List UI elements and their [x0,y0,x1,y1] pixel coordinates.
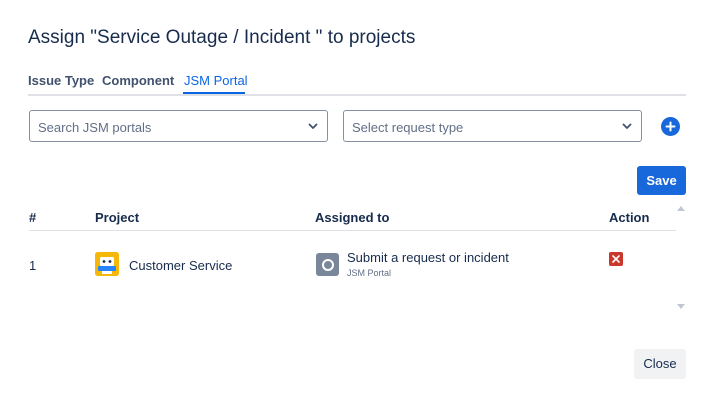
table-header-divider [29,230,676,231]
tab-bar: Issue Type Component JSM Portal [28,72,686,96]
save-button[interactable]: Save [637,166,686,195]
delete-icon [612,255,620,263]
row-number: 1 [29,258,37,273]
tab-component[interactable]: Component [102,73,174,88]
plus-circle-icon [665,121,676,132]
column-header-project: Project [95,210,140,225]
dialog-title: Assign "Service Outage / Incident " to p… [28,27,416,48]
column-header-number: # [29,210,37,225]
request-type-select[interactable]: Select request type [343,110,642,142]
request-type-name: Submit a request or incident [347,250,509,265]
request-type-placeholder: Select request type [352,120,464,135]
chevron-down-icon [622,123,632,129]
request-type-icon [316,253,339,276]
column-header-action: Action [609,210,650,225]
scroll-up-arrow[interactable] [677,206,685,211]
add-mapping-button[interactable] [661,117,680,136]
active-tab-indicator [183,92,245,94]
project-name: Customer Service [129,258,233,273]
delete-row-button[interactable] [609,252,623,266]
tab-jsm-portal[interactable]: JSM Portal [184,73,248,88]
close-button[interactable]: Close [634,349,686,379]
tab-issue-type[interactable]: Issue Type [28,73,94,88]
project-avatar-icon [95,252,119,276]
chevron-down-icon [308,123,318,129]
jsm-portal-placeholder: Search JSM portals [38,120,152,135]
column-header-assigned-to: Assigned to [315,210,390,225]
request-type-source: JSM Portal [347,268,392,278]
jsm-portal-select[interactable]: Search JSM portals [29,110,328,142]
scroll-down-arrow[interactable] [677,304,685,309]
